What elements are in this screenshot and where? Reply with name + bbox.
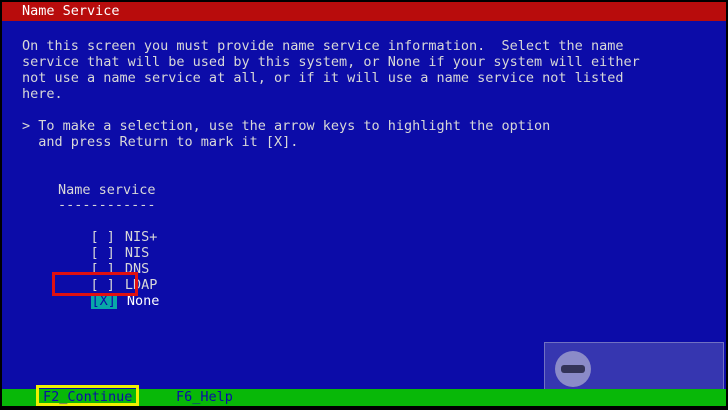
option-nis[interactable]: [ ] NIS	[58, 229, 150, 261]
installer-screen: Name Service On this screen you must pro…	[2, 2, 726, 406]
window-title: Name Service	[22, 3, 120, 19]
instruction-line-4: here.	[22, 86, 63, 102]
option-dns[interactable]: [ ] DNS	[58, 245, 150, 277]
hint-line-2: and press Return to mark it [X].	[22, 134, 299, 150]
heading-underline: ------------	[58, 197, 156, 213]
help-button[interactable]: F6_Help	[176, 389, 233, 406]
function-key-bar: F2_Continue F6_Help	[2, 385, 726, 406]
instruction-line-2: service that will be used by this system…	[22, 54, 640, 70]
continue-button[interactable]: F2_Continue	[36, 385, 140, 406]
hint-line-1: > To make a selection, use the arrow key…	[22, 118, 551, 134]
selection-callout-frame	[52, 272, 138, 296]
title-bar: Name Service	[2, 2, 726, 21]
instruction-line-1: On this screen you must provide name ser…	[22, 38, 624, 54]
sunglasses-icon	[561, 365, 585, 373]
name-service-heading: Name service	[58, 182, 156, 198]
instruction-line-3: not use a name service at all, or if it …	[22, 70, 624, 86]
option-nis-plus[interactable]: [ ] NIS+	[58, 213, 158, 245]
